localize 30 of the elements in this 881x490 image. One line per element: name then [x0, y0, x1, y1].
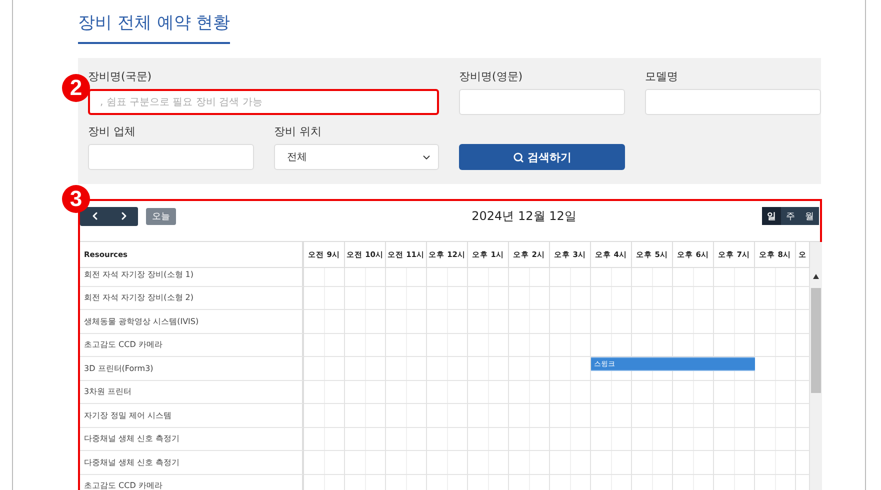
resource-name: 다중채널 생체 신호 측정기	[80, 451, 304, 474]
callout-marker: 3	[62, 185, 90, 213]
field-label: 장비 위치	[274, 125, 322, 138]
today-button[interactable]: 오늘	[146, 208, 176, 224]
search-icon	[512, 152, 524, 162]
resource-name: 다중채널 생체 신호 측정기	[80, 428, 304, 451]
callout-marker: 2	[62, 74, 90, 102]
resource-name: 3차원 프린터	[80, 380, 304, 404]
field-label: 모델명	[645, 70, 679, 83]
resource-name: 회전 자석 자기장 장비(소형 2)	[80, 286, 304, 310]
field-label: 장비 업체	[88, 125, 136, 138]
booked-slot[interactable]	[714, 357, 755, 371]
input-field[interactable]: , 쉼표 구분으로 필요 장비 검색 가능	[88, 89, 439, 115]
scrollbar-thumb[interactable]	[811, 288, 821, 393]
scroll-up-icon	[813, 274, 819, 279]
page-title: 장비 전체 예약 현황	[78, 12, 230, 44]
resource-name: 생체동물 광학영상 시스템(IVIS)	[80, 310, 304, 334]
resource-name: 회전 자석 자기장 장비(소형 1)	[80, 268, 304, 286]
search-button[interactable]: 검색하기	[459, 144, 625, 170]
resource-name: 자기장 정밀 제어 시스템	[80, 404, 304, 428]
resource-name: 초고감도 CCD 카메라	[80, 334, 304, 357]
view-tab[interactable]: 일	[762, 207, 781, 225]
time-slot[interactable]	[714, 357, 755, 380]
field-label: 장비명(국문)	[88, 70, 153, 83]
field-label: 장비명(영문)	[459, 70, 524, 83]
resource-name: 초고감도 CCD 카메라	[80, 474, 304, 490]
date-title: 2024년 12월 12일	[472, 208, 576, 224]
location-select[interactable]: 전체	[274, 144, 439, 170]
resource-name: 3D 프린터(Form3)	[80, 357, 304, 380]
scrollbar[interactable]	[810, 242, 822, 490]
